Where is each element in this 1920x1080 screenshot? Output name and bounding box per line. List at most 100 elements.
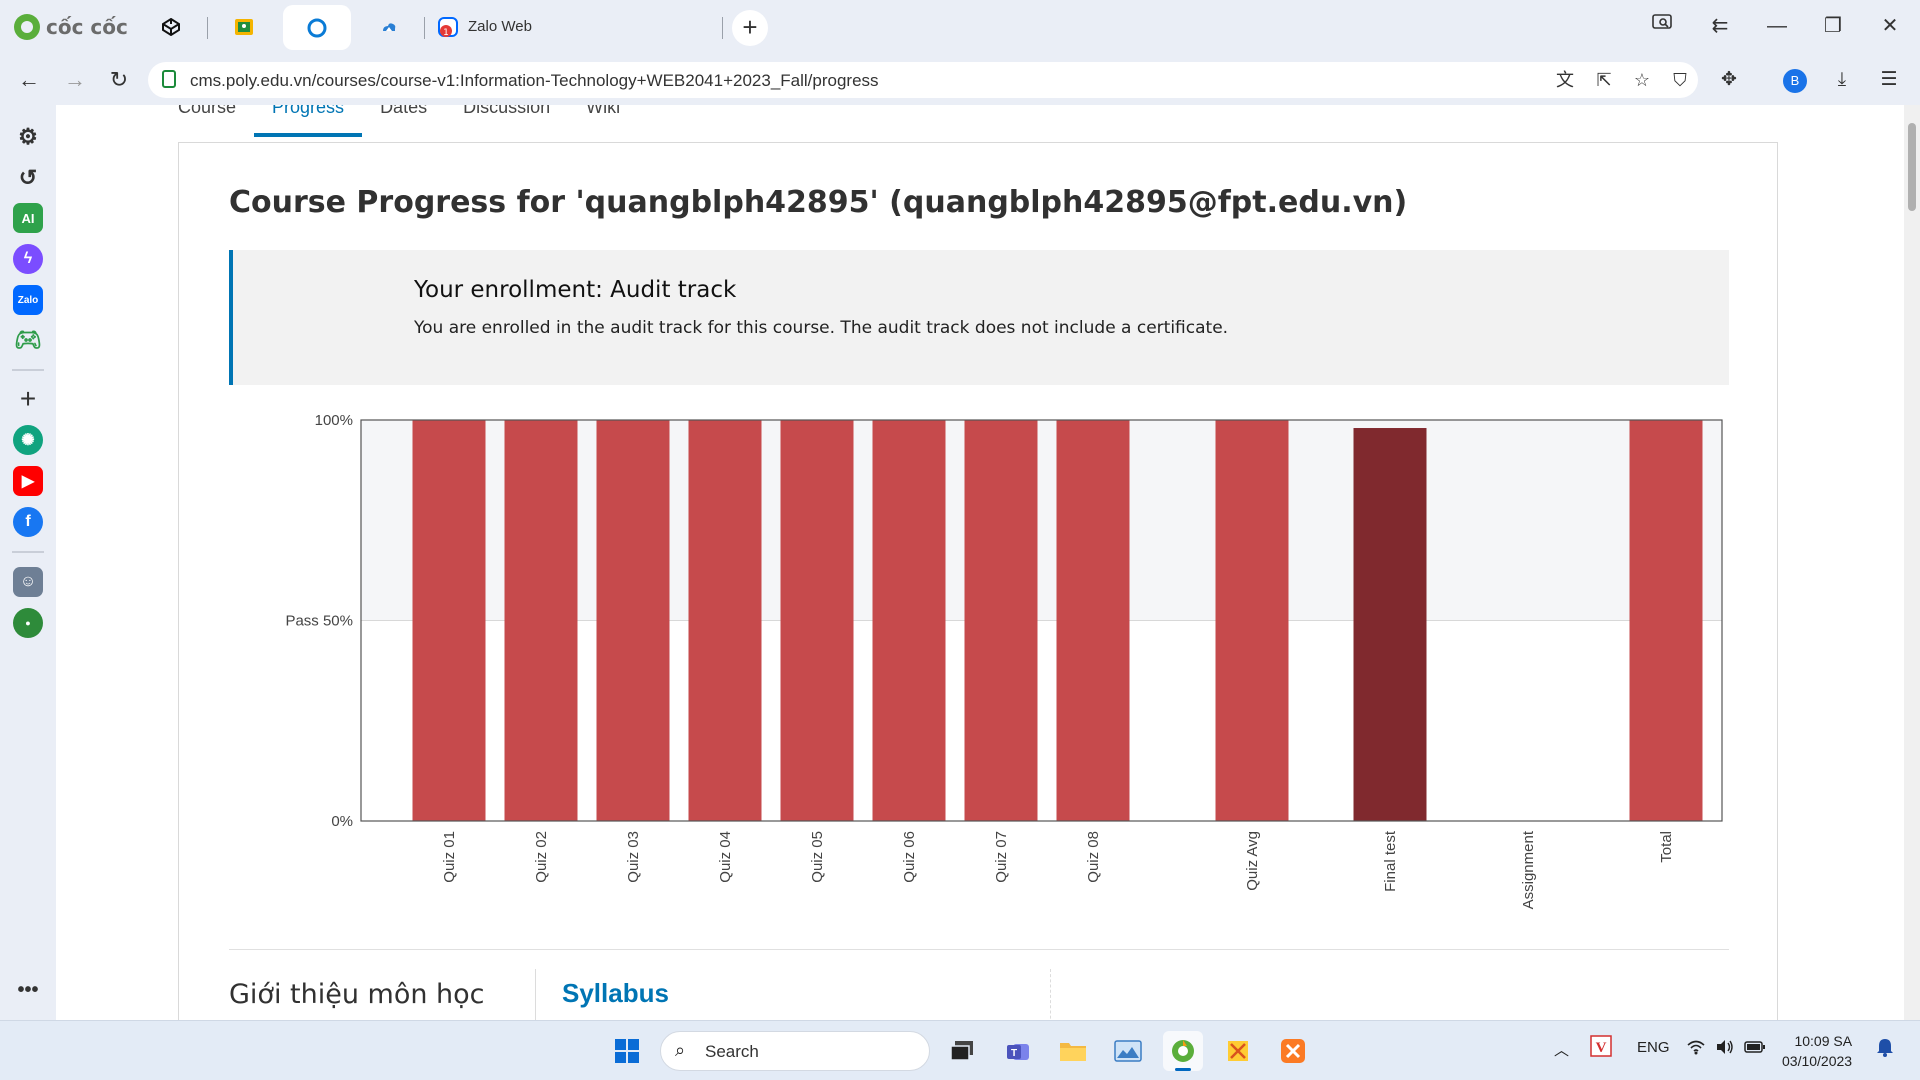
course-intro-heading: Giới thiệu môn học <box>229 979 485 1010</box>
notification-bell-icon[interactable] <box>1876 1037 1894 1061</box>
more-icon[interactable]: ••• <box>13 975 43 1005</box>
menu-icon[interactable]: ☰ <box>1874 65 1904 95</box>
facebook-icon[interactable]: f <box>13 507 43 537</box>
url-text[interactable]: cms.poly.edu.vn/courses/course-v1:Inform… <box>190 71 879 91</box>
messenger-icon[interactable]: ϟ <box>13 244 43 274</box>
back-arrow-icon[interactable]: ← <box>14 65 44 95</box>
sidebar-divider <box>12 551 44 553</box>
taskbar-search-placeholder: Search <box>705 1042 759 1061</box>
snipping-tool-icon[interactable] <box>1218 1031 1258 1071</box>
bar-quiz-avg[interactable] <box>1215 420 1289 821</box>
bar-quiz-06[interactable] <box>872 420 946 821</box>
zalo-sidebar-icon[interactable]: Zalo <box>13 285 43 315</box>
share-icon[interactable]: ⇱ <box>1592 68 1616 92</box>
extensions-icon[interactable]: ✥ <box>1714 65 1744 95</box>
photos-icon[interactable] <box>1108 1031 1148 1071</box>
column-divider <box>535 969 536 1020</box>
browser-brand-label: cốc cốc <box>46 15 128 39</box>
address-bar[interactable]: cms.poly.edu.vn/courses/course-v1:Inform… <box>148 62 1698 98</box>
tab-switch-icon[interactable]: ⇇ <box>1700 8 1740 44</box>
tab-title-zalo[interactable]: Zalo Web <box>468 18 532 35</box>
tab-search-icon[interactable] <box>1642 8 1682 44</box>
x-tick-label: Quiz 05 <box>809 831 826 883</box>
svg-text:T: T <box>1011 1048 1017 1059</box>
page-scrollbar[interactable] <box>1904 105 1920 1020</box>
tab-discussion[interactable]: Discussion <box>463 105 550 137</box>
close-icon[interactable]: ✕ <box>1870 8 1910 44</box>
file-explorer-icon[interactable] <box>1053 1031 1093 1071</box>
tab-dates[interactable]: Dates <box>380 105 427 137</box>
tab-course[interactable]: Course <box>178 105 236 137</box>
bar-total[interactable] <box>1629 420 1703 821</box>
scrollbar-thumb[interactable] <box>1908 123 1916 211</box>
grade-chart: Quiz 01 Quiz 02 Quiz 03 Quiz 04 Quiz 05 Quiz … <box>285 413 1723 909</box>
page-content: Course Progress Dates Discussion Wiki Co… <box>56 105 1904 1020</box>
windows-taskbar: ⌕ Search T ︿ V ENG 10:09 SA 03/10/2023 <box>0 1020 1920 1080</box>
bar-quiz-04[interactable] <box>688 420 762 821</box>
bar-quiz-03[interactable] <box>596 420 670 821</box>
tab-wiki[interactable]: Wiki <box>586 105 620 137</box>
taskbar-search[interactable]: ⌕ Search <box>660 1031 930 1071</box>
google-classroom-icon[interactable] <box>231 14 257 40</box>
translate-icon[interactable]: 文 <box>1553 68 1577 92</box>
coccoc-taskbar-icon[interactable] <box>1163 1031 1203 1071</box>
vietkey-icon[interactable]: V <box>1590 1035 1612 1061</box>
clock-time: 10:09 SA <box>1794 1033 1853 1049</box>
restore-icon[interactable]: ❐ <box>1813 8 1853 44</box>
profile-avatar[interactable]: B <box>1783 69 1807 93</box>
svg-text:V: V <box>1596 1040 1607 1056</box>
x-tick-label: Quiz 01 <box>441 831 458 883</box>
coccoc-logo-icon <box>14 14 40 40</box>
bar-final-test[interactable] <box>1353 428 1427 821</box>
zalo-icon[interactable]: 1 <box>436 14 462 40</box>
bar-quiz-01[interactable] <box>412 420 486 821</box>
teams-icon[interactable]: T <box>998 1031 1038 1071</box>
tray-chevron-icon[interactable]: ︿ <box>1554 1039 1569 1060</box>
youtube-icon[interactable]: ▶ <box>13 466 43 496</box>
section-divider <box>229 949 1729 950</box>
browser-sidebar: ⚙ ↺ AI ϟ Zalo 🎮︎ + ✺ ▶ f ☺ ● ••• <box>0 105 56 1020</box>
bar-quiz-05[interactable] <box>780 420 854 821</box>
add-icon[interactable]: + <box>13 383 43 414</box>
circle-tab-icon <box>307 18 327 38</box>
new-tab-button[interactable]: + <box>732 10 768 46</box>
active-tab[interactable] <box>283 5 351 50</box>
chatgpt-icon[interactable]: ✺ <box>13 425 43 455</box>
progress-card: Course Progress for 'quangblph42895' (qu… <box>178 142 1778 1020</box>
wifi-icon[interactable] <box>1686 1039 1706 1059</box>
minimize-icon[interactable]: — <box>1757 8 1797 44</box>
ai-icon[interactable]: AI <box>13 203 43 233</box>
volume-icon[interactable] <box>1715 1039 1735 1059</box>
download-icon[interactable]: ⤓ <box>1827 65 1857 95</box>
gamepad-icon[interactable]: 🎮︎ <box>13 325 43 355</box>
tab-progress[interactable]: Progress <box>254 105 363 137</box>
browser-brand[interactable]: cốc cốc <box>14 12 128 42</box>
forward-arrow-icon[interactable]: → <box>60 65 90 95</box>
page-title: Course Progress for 'quangblph42895' (qu… <box>229 185 1408 220</box>
shield-icon[interactable]: ⛉ <box>1668 68 1692 92</box>
bar-quiz-08[interactable] <box>1056 420 1130 821</box>
enrollment-title: Your enrollment: Audit track <box>414 277 737 303</box>
y-tick-label: 0% <box>331 813 353 830</box>
battery-icon[interactable] <box>1744 1039 1766 1059</box>
game-avatar-icon[interactable]: ☺ <box>13 567 43 597</box>
bookmark-star-icon[interactable]: ☆ <box>1630 68 1654 92</box>
bar-quiz-02[interactable] <box>504 420 578 821</box>
cloud-tab-icon[interactable] <box>376 14 402 40</box>
history-icon[interactable]: ↺ <box>13 163 43 193</box>
task-view-icon[interactable] <box>942 1031 982 1071</box>
syllabus-link[interactable]: Syllabus <box>562 978 669 1009</box>
windows-start-icon[interactable] <box>607 1031 647 1071</box>
clock[interactable]: 10:09 SA 03/10/2023 <box>1782 1031 1852 1071</box>
language-indicator[interactable]: ENG <box>1637 1039 1670 1056</box>
settings-gear-icon[interactable]: ⚙ <box>13 122 43 152</box>
reload-icon[interactable]: ↻ <box>104 65 134 95</box>
bar-quiz-07[interactable] <box>964 420 1038 821</box>
green-app-icon[interactable]: ● <box>13 608 43 638</box>
x-tick-label: Quiz 06 <box>901 831 918 883</box>
y-tick-label: Pass 50% <box>285 613 353 630</box>
x-tick-label: Quiz 03 <box>625 831 642 883</box>
xampp-icon[interactable] <box>1273 1031 1313 1071</box>
svg-text:1: 1 <box>443 28 449 38</box>
codepen-icon[interactable] <box>158 14 184 40</box>
